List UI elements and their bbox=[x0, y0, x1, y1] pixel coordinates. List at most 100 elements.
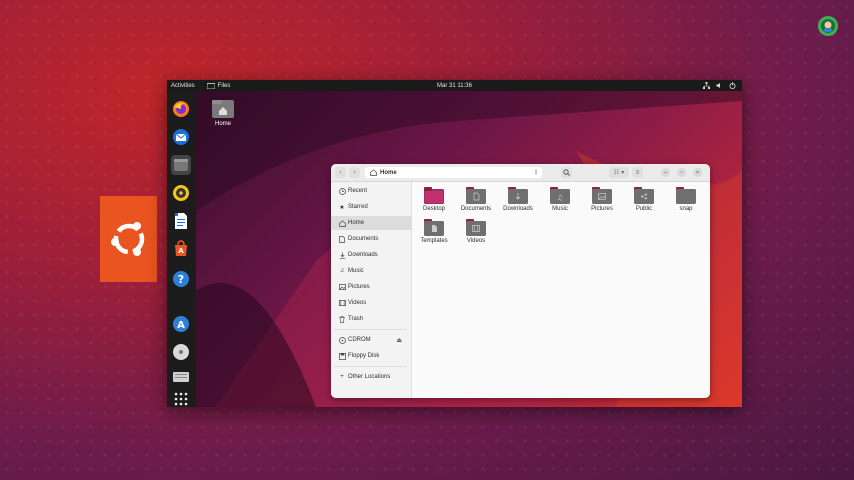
show-apps-icon[interactable] bbox=[171, 389, 191, 407]
thunderbird-icon[interactable] bbox=[171, 127, 191, 147]
sidebar-item-label: Music bbox=[348, 268, 364, 274]
sidebar-item-cdrom[interactable]: CDROM ⏏ bbox=[331, 333, 411, 347]
path-label: Home bbox=[380, 169, 397, 176]
power-icon bbox=[729, 82, 736, 89]
sidebar-item-floppy[interactable]: Floppy Disk bbox=[331, 349, 411, 363]
system-tray[interactable] bbox=[703, 82, 736, 89]
sidebar-item-label: Trash bbox=[348, 316, 364, 322]
sidebar-item-recent[interactable]: Recent bbox=[331, 184, 411, 198]
folder-templates[interactable]: Templates bbox=[414, 219, 454, 244]
sidebar-item-trash[interactable]: Trash bbox=[331, 312, 411, 326]
sidebar-separator bbox=[335, 329, 407, 330]
files-app-icon[interactable] bbox=[171, 155, 191, 175]
svg-text:A: A bbox=[178, 247, 184, 255]
floppy-drive-icon[interactable] bbox=[171, 367, 191, 387]
dock: A ? A bbox=[167, 91, 196, 407]
sidebar: Recent ★ Starred Home Documents Download… bbox=[331, 182, 412, 398]
star-icon: ★ bbox=[339, 204, 345, 211]
svg-text:♫: ♫ bbox=[557, 194, 563, 202]
forward-button[interactable]: › bbox=[349, 167, 360, 178]
downloads-folder-icon bbox=[508, 187, 528, 204]
list-view-icon: ☷ bbox=[613, 170, 620, 176]
folder-videos[interactable]: Videos bbox=[456, 219, 496, 244]
sidebar-item-videos[interactable]: Videos bbox=[331, 296, 411, 310]
videos-folder-icon bbox=[466, 219, 486, 236]
back-button[interactable]: ‹ bbox=[335, 167, 346, 178]
folder-downloads[interactable]: Downloads bbox=[498, 187, 538, 212]
sidebar-item-documents[interactable]: Documents bbox=[331, 232, 411, 246]
eject-icon[interactable]: ⏏ bbox=[396, 337, 402, 344]
templates-folder-icon bbox=[424, 219, 444, 236]
minimize-button[interactable]: – bbox=[661, 168, 670, 177]
folder-label: Downloads bbox=[503, 206, 533, 212]
video-icon bbox=[336, 300, 348, 306]
sidebar-item-starred[interactable]: ★ Starred bbox=[331, 200, 411, 214]
folder-pictures[interactable]: Pictures bbox=[582, 187, 622, 212]
sidebar-item-other-locations[interactable]: + Other Locations bbox=[331, 370, 411, 384]
search-icon bbox=[563, 169, 570, 176]
sidebar-item-pictures[interactable]: Pictures bbox=[331, 280, 411, 294]
home-folder-icon bbox=[212, 100, 234, 118]
sidebar-item-label: Recent bbox=[348, 188, 368, 194]
sidebar-item-label: Videos bbox=[348, 300, 367, 306]
folder-music[interactable]: ♫ Music bbox=[540, 187, 580, 212]
app-store-icon[interactable]: A bbox=[171, 314, 191, 334]
desktop-screen: Activities Files Mar 31 11:36 A ? A Home… bbox=[167, 80, 742, 407]
clock-icon bbox=[336, 187, 348, 195]
sidebar-item-label: Documents bbox=[348, 236, 379, 242]
snap-folder-icon bbox=[676, 187, 696, 204]
folder-snap[interactable]: snap bbox=[666, 187, 706, 212]
app-menu[interactable]: Files bbox=[206, 82, 231, 89]
home-icon bbox=[336, 219, 348, 227]
chevron-down-icon: ▾ bbox=[621, 170, 625, 176]
clock[interactable]: Mar 31 11:36 bbox=[437, 83, 472, 89]
folder-documents[interactable]: Documents bbox=[456, 187, 496, 212]
sidebar-item-home[interactable]: Home bbox=[331, 216, 411, 230]
svg-text:A: A bbox=[177, 320, 185, 331]
path-menu-icon[interactable]: ⋮ bbox=[533, 169, 539, 176]
image-icon bbox=[336, 284, 348, 290]
maximize-button[interactable]: ▫ bbox=[677, 168, 686, 177]
menu-button[interactable]: ≡ bbox=[632, 167, 643, 178]
folder-label: Desktop bbox=[422, 206, 445, 212]
pictures-folder-icon bbox=[592, 187, 612, 204]
floppy-icon bbox=[336, 352, 348, 360]
close-button[interactable]: × bbox=[693, 168, 702, 177]
ubuntu-logo bbox=[100, 196, 157, 282]
volume-icon bbox=[716, 83, 720, 88]
help-icon[interactable]: ? bbox=[171, 269, 191, 289]
trash-icon bbox=[336, 315, 348, 323]
desktop-home-shortcut[interactable]: Home bbox=[209, 97, 237, 127]
folder-label: Music bbox=[552, 206, 568, 212]
public-folder-icon bbox=[634, 187, 654, 204]
music-folder-icon: ♫ bbox=[550, 187, 570, 204]
download-icon bbox=[336, 252, 348, 259]
writer-icon[interactable] bbox=[171, 211, 191, 231]
desktop-folder-icon bbox=[424, 187, 444, 204]
view-toggle-button[interactable]: ☷ ▾ bbox=[609, 167, 629, 178]
firefox-icon[interactable] bbox=[171, 99, 191, 119]
file-grid: Desktop Documents Downloads ♫ Music Pict… bbox=[412, 182, 710, 398]
sidebar-item-label: Floppy Disk bbox=[348, 353, 380, 359]
sidebar-item-downloads[interactable]: Downloads bbox=[331, 248, 411, 262]
search-button[interactable] bbox=[561, 167, 572, 178]
rhythmbox-icon[interactable] bbox=[171, 183, 191, 203]
software-store-icon[interactable]: A bbox=[171, 239, 191, 259]
disc-icon bbox=[336, 336, 348, 344]
folder-public[interactable]: Public bbox=[624, 187, 664, 212]
folder-label: snap bbox=[679, 206, 693, 212]
folder-label: Templates bbox=[420, 238, 448, 244]
disc-drive-icon[interactable] bbox=[171, 342, 191, 362]
sidebar-item-music[interactable]: ♫ Music bbox=[331, 264, 411, 278]
sidebar-item-label: CDROM bbox=[348, 337, 371, 343]
document-icon bbox=[336, 235, 348, 243]
network-icon bbox=[703, 82, 710, 89]
activities-button[interactable]: Activities bbox=[171, 83, 195, 89]
svg-text:?: ? bbox=[178, 273, 184, 286]
app-menu-label: Files bbox=[217, 82, 231, 89]
sidebar-item-label: Other Locations bbox=[348, 374, 391, 380]
folder-label: Public bbox=[635, 206, 653, 212]
sidebar-item-label: Starred bbox=[348, 204, 368, 210]
path-bar[interactable]: Home ⋮ bbox=[365, 167, 542, 178]
folder-desktop[interactable]: Desktop bbox=[414, 187, 454, 212]
